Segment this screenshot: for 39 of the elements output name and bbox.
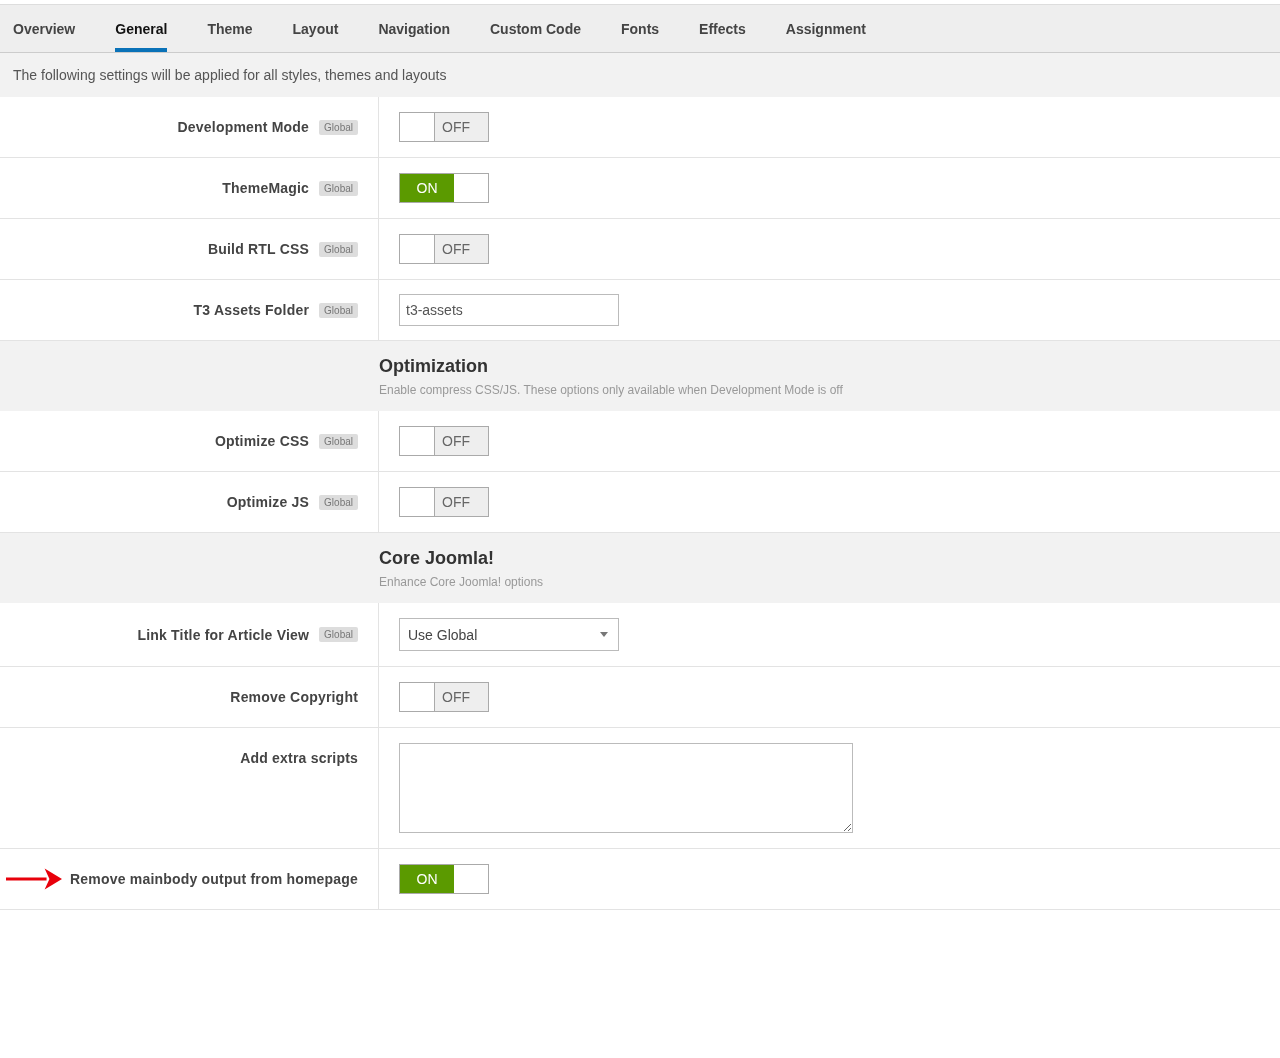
section-subtitle: Enhance Core Joomla! options: [379, 574, 545, 589]
description-text: The following settings will be applied for all styles, themes and layouts: [0, 53, 1280, 97]
setting-label: Link Title for Article View: [137, 626, 310, 643]
toggle-switch[interactable]: OFF: [399, 487, 489, 517]
setting-label: Build RTL CSS: [207, 241, 310, 257]
select-dropdown[interactable]: Use Global: [399, 618, 619, 651]
toggle-switch[interactable]: OFF: [399, 426, 489, 456]
setting-label: Development Mode: [177, 119, 310, 135]
global-tag: Global: [319, 180, 358, 196]
section-title: Core Joomla!: [379, 547, 496, 569]
global-tag: Global: [319, 494, 358, 510]
tab[interactable]: Overview: [13, 5, 76, 52]
global-tag: Global: [319, 302, 358, 318]
global-tag: Global: [319, 433, 358, 449]
toggle-switch[interactable]: OFF: [399, 234, 489, 264]
tab[interactable]: Effects: [699, 5, 746, 52]
setting-label: Optimize CSS: [214, 433, 310, 449]
section-subtitle: Enable compress CSS/JS. These options only available when Development Mode is off: [379, 382, 844, 397]
global-tag: Global: [319, 241, 358, 257]
tab[interactable]: Theme: [207, 5, 253, 52]
section-title: Optimization: [379, 355, 489, 377]
tab[interactable]: Custom Code: [490, 5, 581, 52]
tab[interactable]: Assignment: [785, 5, 866, 52]
setting-label: Add extra scripts: [240, 750, 358, 766]
setting-label: Remove Copyright: [230, 689, 358, 705]
tab[interactable]: Fonts: [621, 5, 660, 52]
setting-label: T3 Assets Folder: [193, 302, 310, 318]
input-field[interactable]: t3-assets: [399, 294, 619, 326]
toggle-switch[interactable]: OFF: [399, 112, 489, 142]
toggle-switch[interactable]: OFF: [399, 682, 489, 712]
global-tag: Global: [319, 627, 358, 642]
tab[interactable]: Navigation: [378, 5, 450, 52]
tab[interactable]: Layout: [292, 5, 339, 52]
setting-label: Optimize JS: [226, 494, 310, 510]
setting-label: ThemeMagic: [222, 180, 310, 196]
textarea-field[interactable]: [399, 743, 853, 833]
caret-icon: [600, 632, 608, 637]
setting-label: Remove mainbody output from homepage: [70, 871, 358, 887]
global-tag: Global: [319, 119, 358, 135]
